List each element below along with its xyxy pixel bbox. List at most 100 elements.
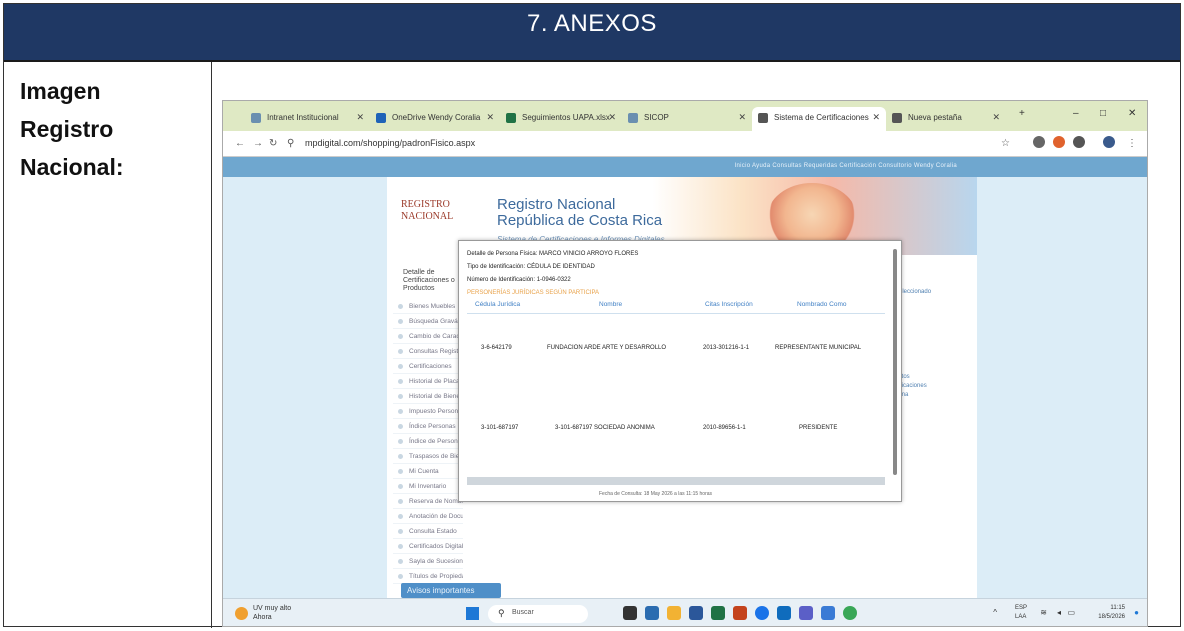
left-menu-item[interactable]: Mi Cuenta <box>393 464 463 479</box>
close-icon[interactable]: ✕ <box>992 112 1000 123</box>
tab-certificaciones[interactable]: Sistema de Certificaciones ✕ <box>752 107 886 131</box>
window-close-button[interactable]: ✕ <box>1128 108 1136 119</box>
left-menu-item[interactable]: Mi Inventario <box>393 479 463 494</box>
site-title-line2: República de Costa Rica <box>497 212 663 229</box>
volume-icon[interactable]: ◂ <box>1057 608 1061 617</box>
left-menu-item[interactable]: Certificaciones <box>393 359 463 374</box>
globe-icon <box>758 113 768 123</box>
onedrive-icon <box>376 113 386 123</box>
file-explorer-icon[interactable] <box>667 606 681 620</box>
app-icon[interactable] <box>645 606 659 620</box>
tab-new[interactable]: Nueva pestaña ✕ <box>886 107 1006 129</box>
extensions-puzzle-icon[interactable] <box>1073 136 1085 148</box>
edge-icon[interactable] <box>843 606 857 620</box>
left-menu-item[interactable]: Consultas Registrales <box>393 344 463 359</box>
forward-icon[interactable]: → <box>253 138 263 149</box>
left-menu: Detalle de Certificaciones o Productos B… <box>393 269 463 584</box>
app-icon[interactable] <box>623 606 637 620</box>
left-menu-item[interactable]: Bienes Muebles <box>393 299 463 314</box>
profile-avatar[interactable] <box>1103 136 1115 148</box>
left-menu-item[interactable]: Cambio de Características <box>393 329 463 344</box>
tab-excel[interactable]: Seguimientos UAPA.xlsx ✕ <box>500 107 622 129</box>
word-icon[interactable] <box>689 606 703 620</box>
windows-start-icon[interactable] <box>466 607 479 620</box>
id-number-line: Número de Identificación: 1-0946-0322 <box>467 277 571 283</box>
app-icon[interactable] <box>821 606 835 620</box>
table-cell: 2013-301216-1-1 <box>703 345 750 351</box>
close-icon[interactable]: ✕ <box>486 112 494 123</box>
table-cell: PRESIDENTE <box>799 425 838 431</box>
menu-kebab-icon[interactable]: ⋮ <box>1127 138 1137 149</box>
powerpoint-icon[interactable] <box>733 606 747 620</box>
clock-time: 11:15 <box>1110 605 1125 611</box>
left-menu-item[interactable]: Certificados Digitales <box>393 539 463 554</box>
battery-icon[interactable]: ▭ <box>1067 608 1075 617</box>
back-icon[interactable]: ← <box>235 138 245 149</box>
avisos-button[interactable]: Avisos importantes <box>401 583 501 598</box>
persona-name-line: Detalle de Persona Física: MARCO VINICIO… <box>467 251 639 257</box>
windows-taskbar: UV muy alto Ahora ⚲ Buscar ESP LAA ^ ≋ ◂… <box>223 598 1147 626</box>
weather-sun-icon[interactable] <box>235 607 248 620</box>
clock[interactable]: 11:15 18/5/2026 <box>1098 604 1125 622</box>
tab-label: Seguimientos UAPA.xlsx <box>522 113 610 122</box>
tab-onedrive[interactable]: OneDrive Wendy Coralia ✕ <box>370 107 500 129</box>
table-cell: 2010-89656-1-1 <box>703 425 746 431</box>
left-menu-item[interactable]: Reserva de Nombres <box>393 494 463 509</box>
close-icon[interactable]: ✕ <box>608 112 616 123</box>
excel-icon[interactable] <box>711 606 725 620</box>
persona-detail-modal: Detalle de Persona Física: MARCO VINICIO… <box>458 240 902 502</box>
notification-bell-icon[interactable]: ● <box>1134 608 1139 617</box>
tab-label: Sistema de Certificaciones <box>774 113 869 122</box>
left-menu-item[interactable]: Anotación de Documentos <box>393 509 463 524</box>
column-divider <box>211 62 212 628</box>
tab-sicop[interactable]: SICOP ✕ <box>622 107 752 129</box>
left-menu-item[interactable]: Historial de Bienes <box>393 389 463 404</box>
left-menu-item[interactable]: Traspasos de Bienes <box>393 449 463 464</box>
tab-label: SICOP <box>644 113 669 122</box>
table-cell: FUNDACION ARDE ARTE Y DESARROLLO <box>547 345 667 351</box>
browser-logo-icon <box>892 113 902 123</box>
chevron-up-icon[interactable]: ^ <box>993 608 997 617</box>
site-info-icon[interactable]: ⚲ <box>287 138 294 149</box>
teams-icon[interactable] <box>799 606 813 620</box>
wifi-icon[interactable]: ≋ <box>1040 608 1047 617</box>
home-icon <box>251 113 261 123</box>
left-menu-item[interactable]: Índice Personas <box>393 419 463 434</box>
url-field[interactable]: mpdigital.com/shopping/padronFisico.aspx <box>305 138 475 148</box>
close-icon[interactable]: ✕ <box>356 112 364 123</box>
left-menu-item[interactable]: Búsqueda Gravámenes <box>393 314 463 329</box>
column-header: Nombre <box>599 301 623 308</box>
new-tab-button[interactable]: + <box>1019 108 1025 119</box>
weather-widget[interactable]: UV muy alto Ahora <box>253 604 291 622</box>
extension-icon[interactable] <box>1033 136 1045 148</box>
minimize-button[interactable]: – <box>1073 108 1079 119</box>
table-divider <box>467 313 885 314</box>
reload-icon[interactable]: ↻ <box>269 138 277 149</box>
close-icon[interactable]: ✕ <box>872 112 880 123</box>
left-menu-item[interactable]: Títulos de Propiedad <box>393 569 463 584</box>
section-title: 7. ANEXOS <box>527 10 657 37</box>
maximize-button[interactable]: □ <box>1100 108 1106 119</box>
tab-label: Intranet Institucional <box>267 113 339 122</box>
left-menu-item[interactable]: Consulta Estado <box>393 524 463 539</box>
language-indicator[interactable]: ESP LAA <box>1015 604 1027 622</box>
chrome-icon[interactable] <box>755 606 769 620</box>
extension-icon[interactable] <box>1053 136 1065 148</box>
tab-intranet[interactable]: Intranet Institucional ✕ <box>245 107 370 129</box>
section-header-band: 7. ANEXOS <box>4 4 1180 62</box>
outlook-icon[interactable] <box>777 606 791 620</box>
site-title: Registro Nacional República de Costa Ric… <box>497 197 662 229</box>
search-placeholder: Buscar <box>512 609 534 616</box>
table-cell: 3-101-687197 <box>481 425 519 431</box>
site-top-menu[interactable]: Inicio Ayuda Consultas Requeridas Certif… <box>735 163 957 169</box>
consult-date: Fecha de Consulta: 18 May 2026 a las 11:… <box>599 491 713 497</box>
taskbar-search[interactable]: ⚲ Buscar <box>488 605 588 623</box>
left-menu-item[interactable]: Historial de Placas <box>393 374 463 389</box>
left-menu-item[interactable]: Sayla de Sucesiones <box>393 554 463 569</box>
close-icon[interactable]: ✕ <box>738 112 746 123</box>
bookmark-star-icon[interactable]: ☆ <box>1001 138 1010 149</box>
left-menu-item[interactable]: Impuesto Personas <box>393 404 463 419</box>
vertical-scrollbar[interactable] <box>893 249 897 475</box>
left-menu-item[interactable]: Índice de Personas <box>393 434 463 449</box>
horizontal-scrollbar[interactable] <box>467 477 885 485</box>
